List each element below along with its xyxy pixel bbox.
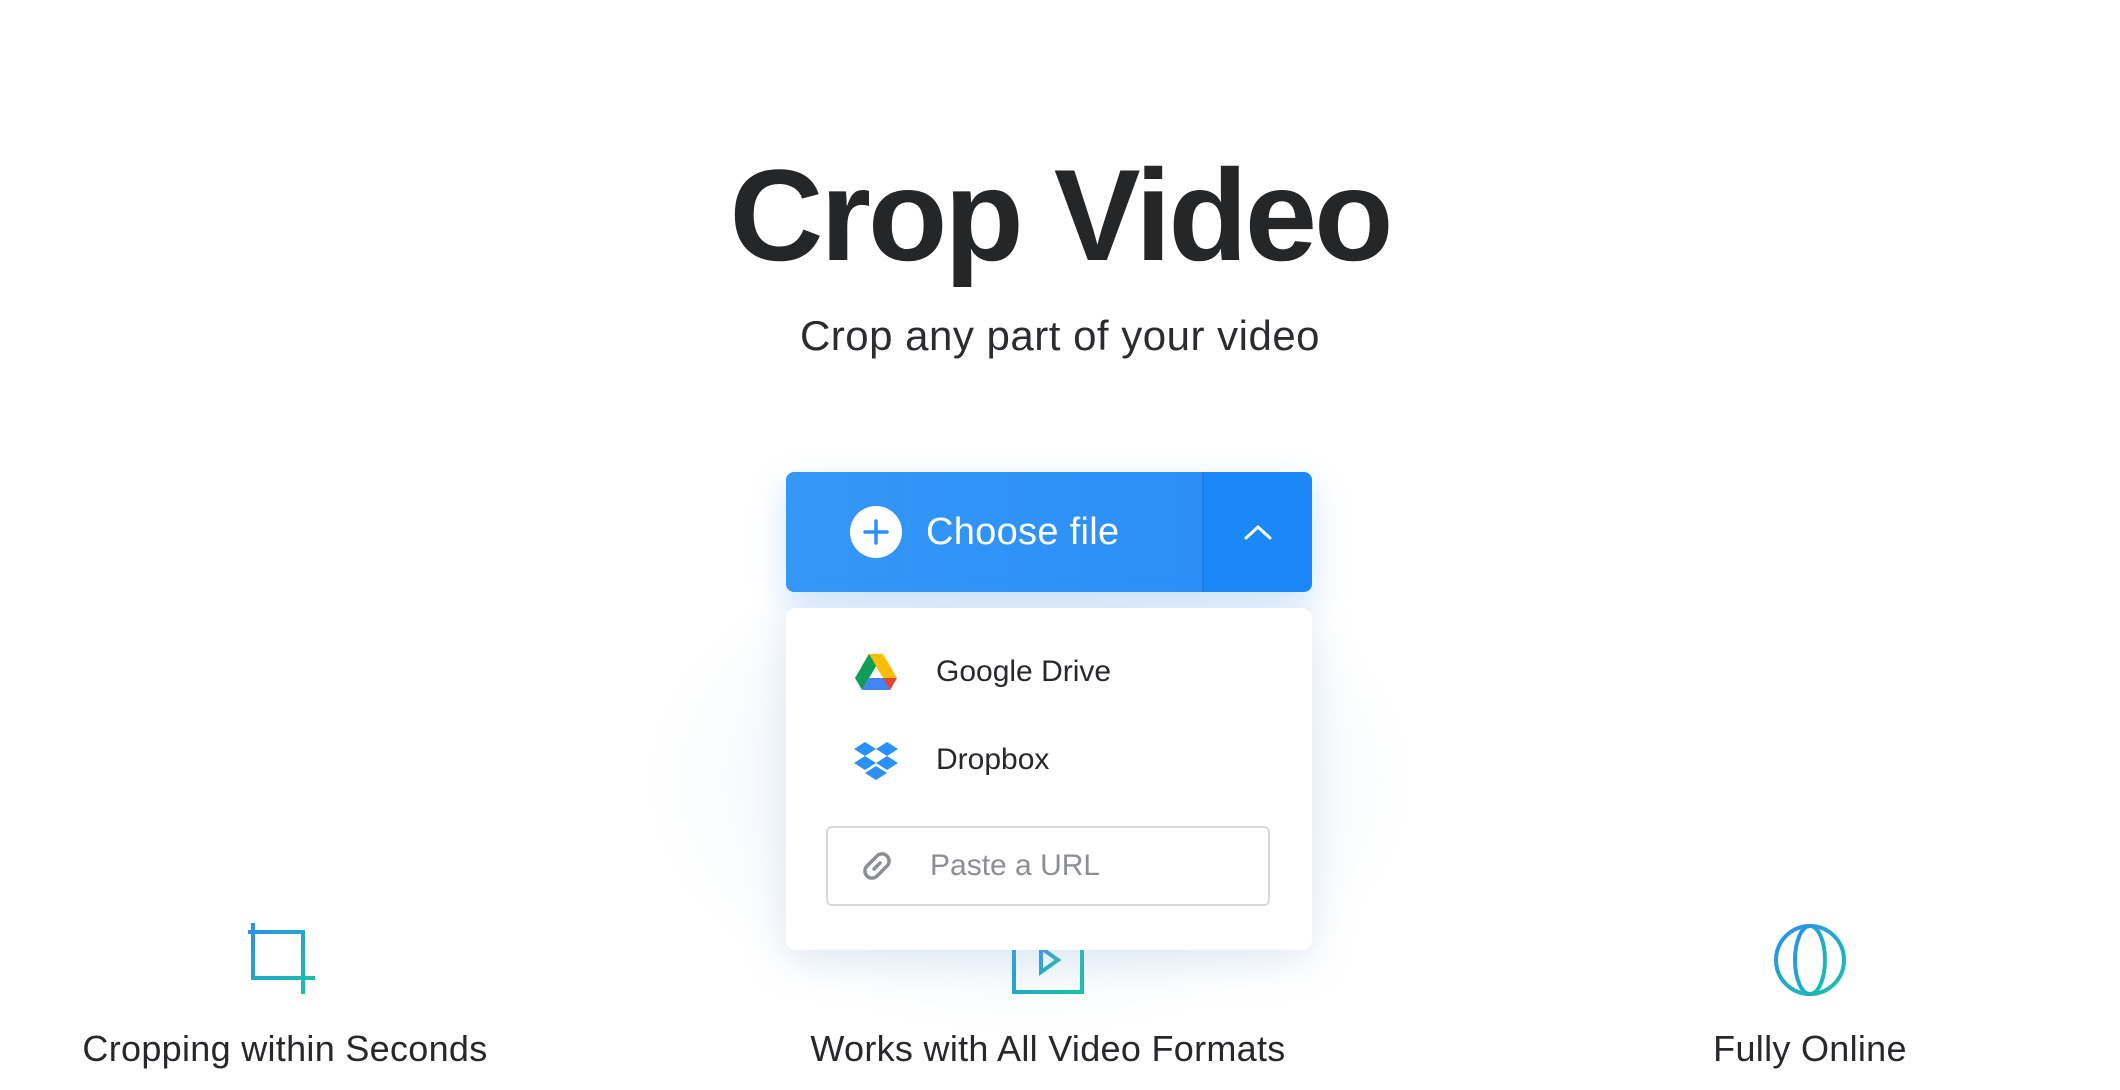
globe-icon bbox=[1770, 920, 1850, 1000]
choose-file-button[interactable]: Choose file bbox=[786, 472, 1202, 592]
link-icon bbox=[856, 845, 898, 887]
feature-label: Works with All Video Formats bbox=[810, 1028, 1286, 1069]
url-input[interactable] bbox=[928, 848, 1232, 884]
page: Crop Video Crop any part of your video C… bbox=[0, 0, 2120, 1090]
page-title: Crop Video bbox=[729, 142, 1393, 288]
plus-icon bbox=[850, 506, 902, 558]
dropdown-toggle-button[interactable] bbox=[1204, 472, 1312, 592]
menu-item-dropbox[interactable]: Dropbox bbox=[786, 720, 1312, 800]
menu-item-label: Google Drive bbox=[936, 655, 1112, 688]
menu-item-label: Dropbox bbox=[936, 743, 1050, 776]
feature-cropping: Cropping within Seconds bbox=[5, 920, 565, 1069]
choose-file-label: Choose file bbox=[926, 510, 1120, 553]
upload-button-group: Choose file bbox=[786, 472, 1312, 592]
crop-icon bbox=[245, 920, 325, 1000]
feature-label: Fully Online bbox=[1713, 1028, 1907, 1069]
feature-label: Cropping within Seconds bbox=[82, 1028, 488, 1069]
page-subtitle: Crop any part of your video bbox=[799, 312, 1321, 359]
paste-url-field bbox=[826, 826, 1270, 906]
google-drive-icon bbox=[854, 650, 898, 694]
menu-item-google-drive[interactable]: Google Drive bbox=[786, 632, 1312, 712]
upload-source-dropdown: Google Drive Dropbox bbox=[786, 608, 1312, 950]
dropbox-icon bbox=[854, 738, 898, 782]
chevron-up-icon bbox=[1244, 525, 1272, 540]
feature-online: Fully Online bbox=[1530, 920, 2090, 1069]
